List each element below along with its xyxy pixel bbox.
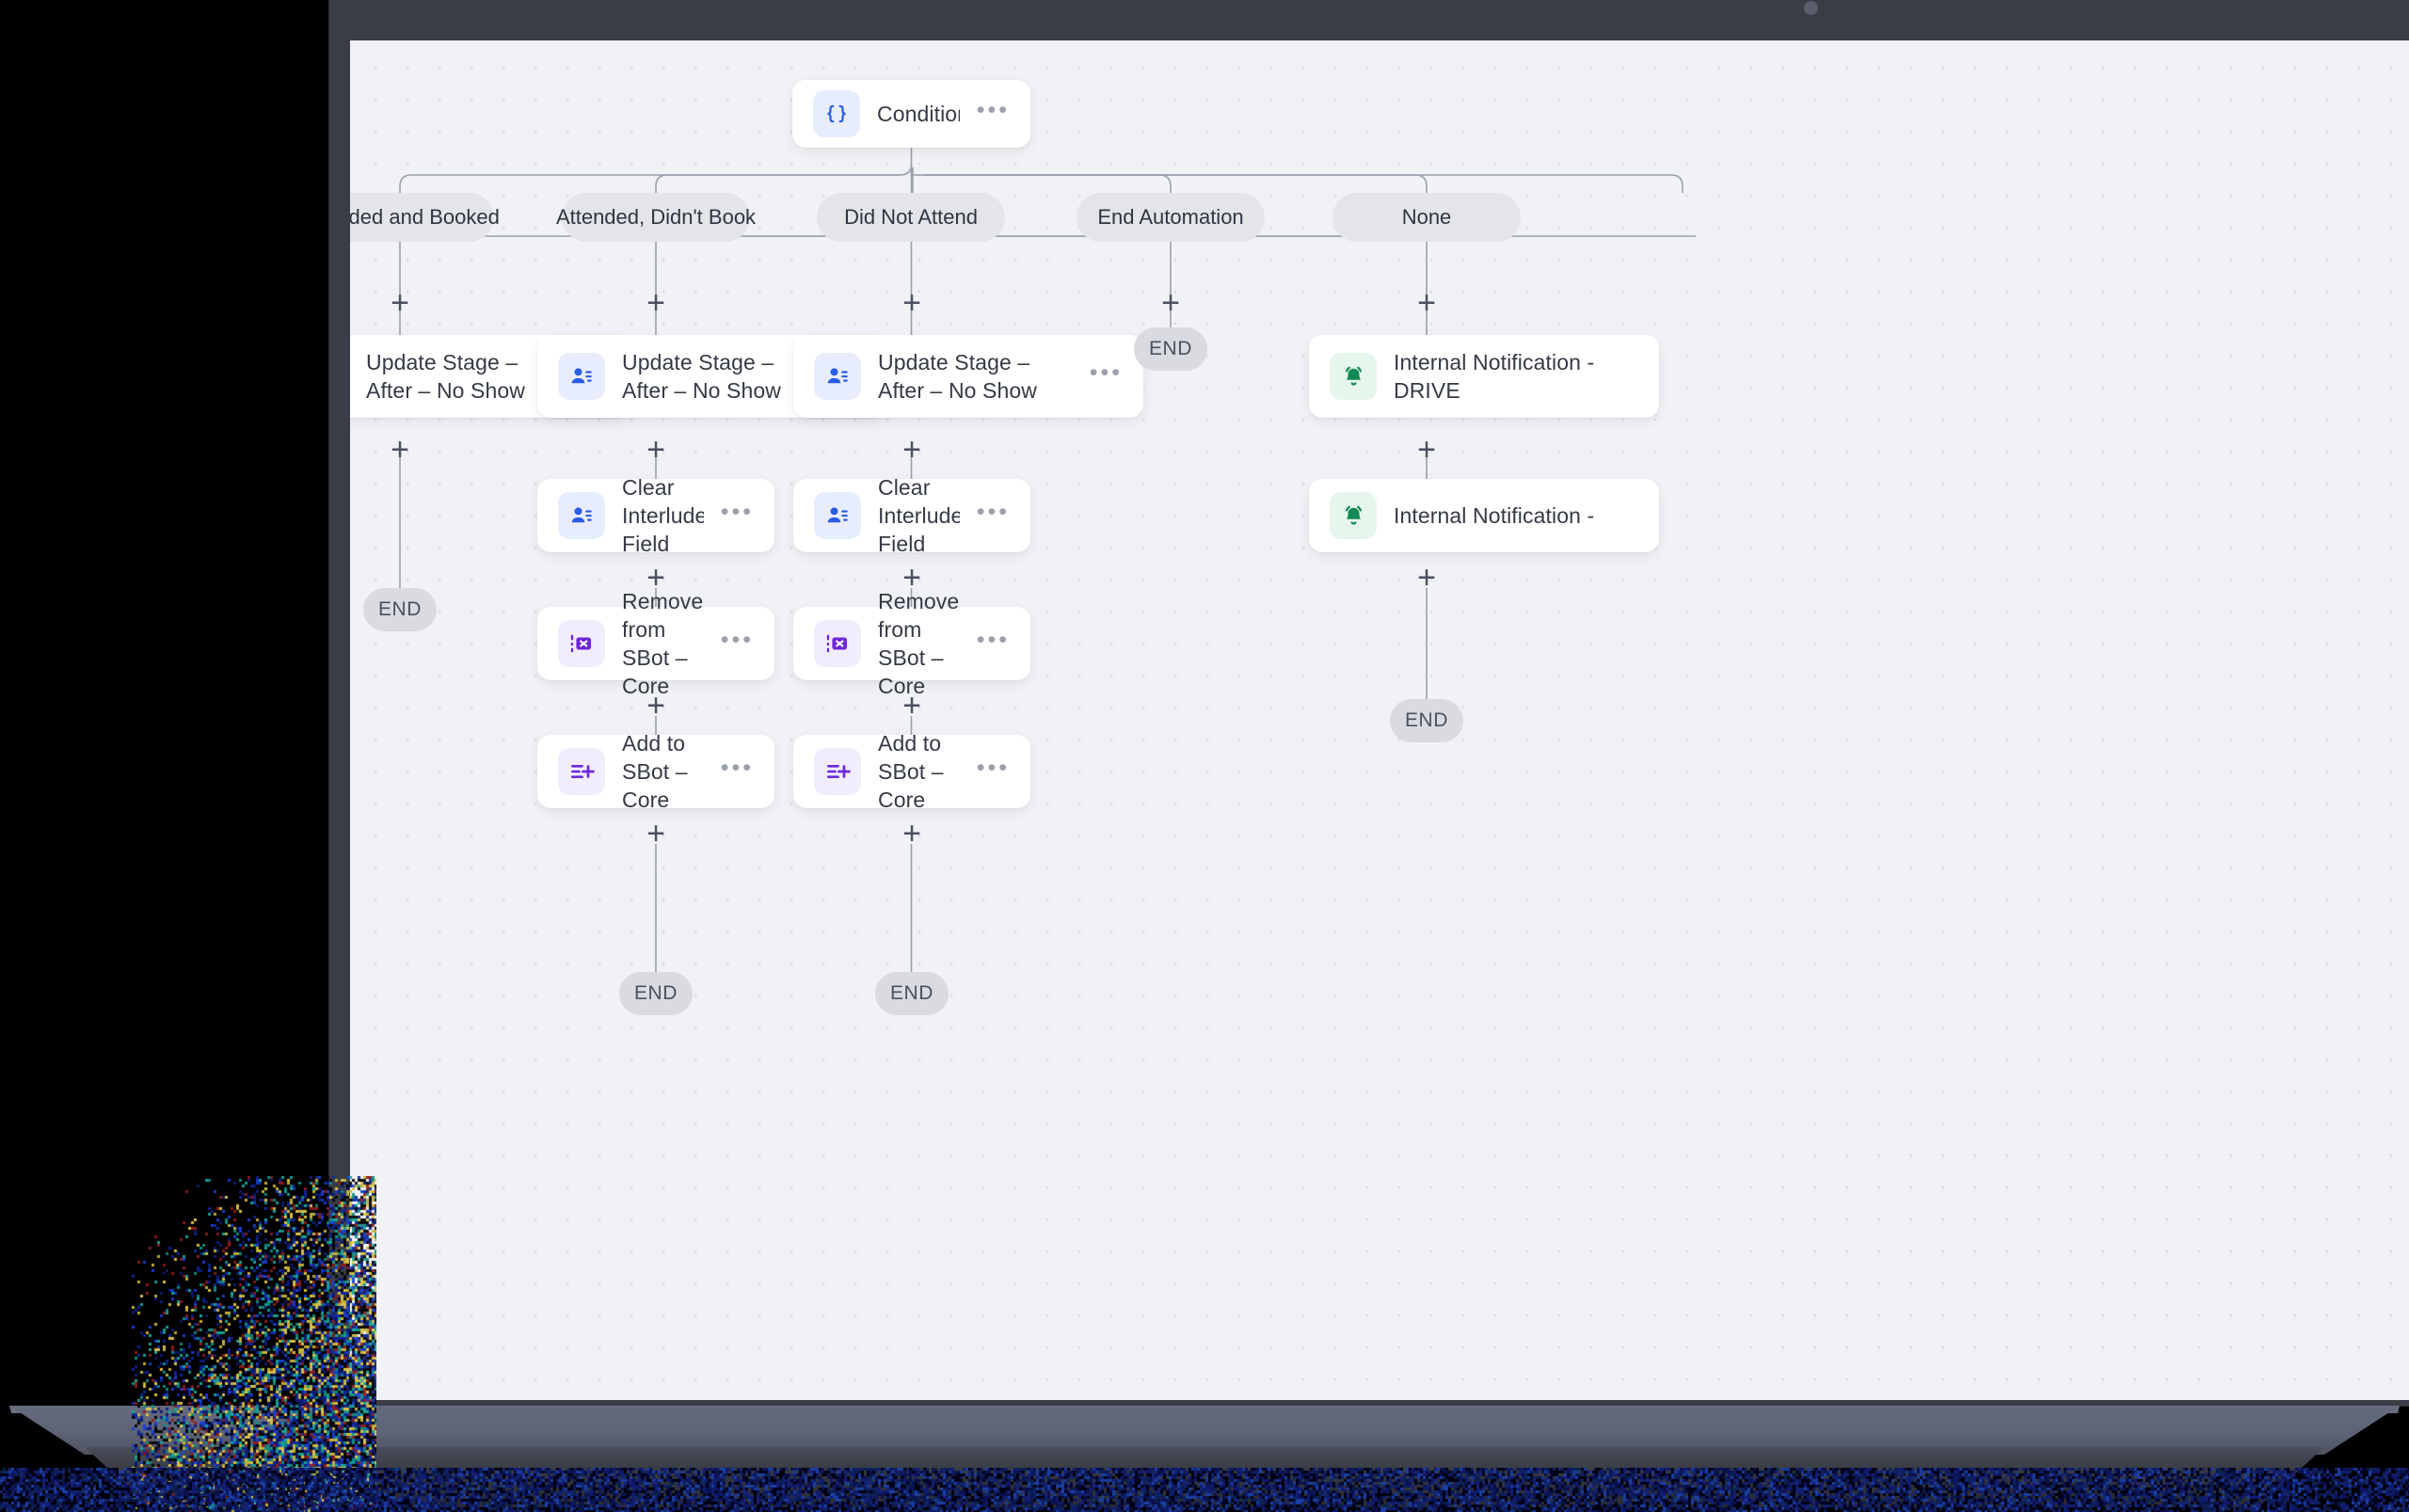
node-update-stage-label: Update Stage – After – No Show [366,348,561,405]
remove-from-list-icon [558,620,605,667]
add-step-button[interactable]: + [896,818,928,850]
node-clear-interlude-field-label: Clear Interlude Field [622,473,704,558]
add-step-button[interactable]: + [1155,287,1187,319]
plus-icon: + [646,820,665,848]
compression-artifact-bottom [0,1468,2409,1512]
plus-icon: + [902,289,921,317]
node-add-to-sbot-label: Add to SBot – Core [878,729,960,814]
plus-icon: + [902,436,921,464]
add-step-button[interactable]: + [640,818,672,850]
add-step-button[interactable]: + [640,690,672,722]
node-internal-notification-label: Internal Notification - [1394,501,1638,530]
screenshot-scene: Condition ••• Attended and Booked Attend… [0,0,2409,1512]
node-condition-label: Condition [877,100,960,128]
node-update-stage-label: Update Stage – After – No Show [878,348,1073,405]
add-step-button[interactable]: + [896,287,928,319]
node-remove-from-sbot[interactable]: Remove from SBot – Core ••• [793,607,1030,680]
laptop-screen: Condition ••• Attended and Booked Attend… [350,40,2409,1400]
branch-pill-did-not-attend[interactable]: Did Not Attend [817,193,1005,242]
add-step-button[interactable]: + [896,690,928,722]
node-remove-from-sbot-label: Remove from SBot – Core [878,587,960,700]
branch-label: None [1402,205,1452,230]
node-menu-button[interactable]: ••• [977,762,1010,782]
node-menu-button[interactable]: ••• [977,506,1010,526]
branch-label: End Automation [1097,205,1243,230]
node-internal-notification-label: Internal Notification - DRIVE [1394,348,1638,405]
plus-icon: + [646,436,665,464]
add-step-button[interactable]: + [384,434,416,466]
remove-from-list-icon [814,620,861,667]
node-menu-button[interactable]: ••• [721,634,754,654]
end-label: END [1405,709,1448,732]
camera-dot-icon [1804,1,1818,15]
node-condition[interactable]: Condition ••• [792,80,1030,148]
add-step-button[interactable]: + [1411,562,1443,594]
node-clear-interlude-field-label: Clear Interlude Field [878,473,960,558]
node-menu-button[interactable]: ••• [721,506,754,526]
plus-icon: + [391,436,409,464]
add-step-button[interactable]: + [640,434,672,466]
bell-icon [1330,492,1377,539]
node-clear-interlude-field[interactable]: Clear Interlude Field ••• [537,479,774,552]
plus-icon: + [1417,289,1436,317]
add-to-list-icon [558,748,605,795]
plus-icon: + [646,289,665,317]
plus-icon: + [391,289,409,317]
branch-pill-attended-didnt-book[interactable]: Attended, Didn't Book [562,193,750,242]
contact-card-icon [558,353,605,400]
end-badge: END [1390,699,1463,742]
end-badge: END [363,588,437,631]
add-step-button[interactable]: + [1411,434,1443,466]
node-menu-button[interactable]: ••• [721,762,754,782]
node-internal-notification[interactable]: Internal Notification - [1309,479,1659,552]
end-label: END [634,982,678,1005]
add-step-button[interactable]: + [384,287,416,319]
plus-icon: + [902,820,921,848]
braces-icon [813,90,860,137]
node-update-stage-label: Update Stage – After – No Show [622,348,817,405]
branch-label: Did Not Attend [844,205,978,230]
contact-card-icon [814,353,861,400]
node-clear-interlude-field[interactable]: Clear Interlude Field ••• [793,479,1030,552]
branch-pill-end-automation[interactable]: End Automation [1077,193,1265,242]
end-badge: END [619,972,693,1015]
add-step-button[interactable]: + [896,434,928,466]
end-label: END [1149,338,1192,360]
node-condition-menu-button[interactable]: ••• [977,104,1010,124]
node-internal-notification-drive[interactable]: Internal Notification - DRIVE [1309,335,1659,418]
end-badge: END [1134,327,1207,371]
branch-label: Attended, Didn't Book [556,205,756,230]
branch-label: Attended and Booked [350,205,500,230]
contact-card-icon [558,492,605,539]
contact-card-icon [814,492,861,539]
add-step-button[interactable]: + [640,287,672,319]
node-menu-button[interactable]: ••• [977,634,1010,654]
end-badge: END [875,972,949,1015]
node-add-to-sbot-label: Add to SBot – Core [622,729,704,814]
plus-icon: + [902,692,921,720]
flow-nodes-layer: Condition ••• Attended and Booked Attend… [350,40,2409,1400]
plus-icon: + [1417,564,1436,592]
bell-icon [1330,353,1377,400]
branch-pill-attended-and-booked[interactable]: Attended and Booked [350,193,494,242]
node-update-stage[interactable]: Update Stage – After – No Show ••• [793,335,1143,418]
add-step-button[interactable]: + [1411,287,1443,319]
add-to-list-icon [814,748,861,795]
end-label: END [378,598,422,621]
plus-icon: + [1161,289,1180,317]
plus-icon: + [646,692,665,720]
node-menu-button[interactable]: ••• [1090,367,1123,387]
node-add-to-sbot[interactable]: Add to SBot – Core ••• [537,735,774,808]
plus-icon: + [1417,436,1436,464]
node-remove-from-sbot[interactable]: Remove from SBot – Core ••• [537,607,774,680]
branch-pill-none[interactable]: None [1332,193,1521,242]
end-label: END [890,982,933,1005]
node-add-to-sbot[interactable]: Add to SBot – Core ••• [793,735,1030,808]
node-remove-from-sbot-label: Remove from SBot – Core [622,587,704,700]
